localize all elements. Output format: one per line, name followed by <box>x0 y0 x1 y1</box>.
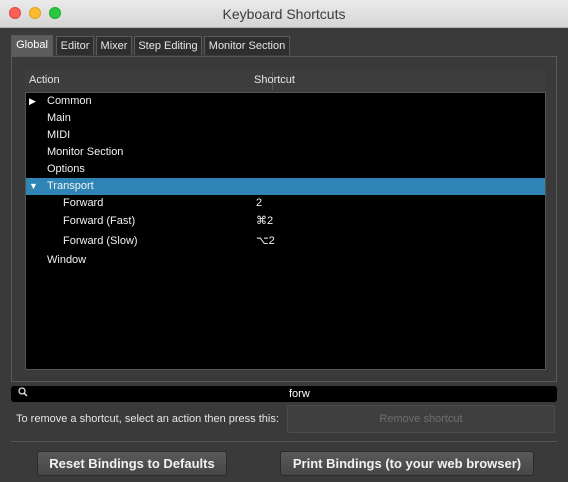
column-header-action[interactable]: Action <box>29 74 60 86</box>
row-action: Transport <box>47 180 94 192</box>
tree-row-transport[interactable]: ▼ Transport <box>26 178 545 195</box>
row-action: MIDI <box>47 129 71 141</box>
row-shortcut: ⌥2 <box>256 235 275 247</box>
remove-instruction: To remove a shortcut, select an action t… <box>16 413 279 425</box>
row-action: Forward <box>63 197 104 209</box>
row-shortcut: 2 <box>256 197 263 209</box>
tree-row-forward-slow[interactable]: Forward (Slow) ⌥2 <box>26 233 545 250</box>
tree-row-forward-fast[interactable]: Forward (Fast) ⌘2 <box>26 213 545 230</box>
tree-row-midi[interactable]: MIDI <box>26 127 545 144</box>
tab-monitor-section[interactable]: Monitor Section <box>204 36 290 55</box>
row-action: Main <box>47 112 71 124</box>
row-action: Forward (Slow) <box>63 235 138 247</box>
triangle-down-icon[interactable]: ▼ <box>29 178 38 195</box>
tree-row-main[interactable]: Main <box>26 110 545 127</box>
row-shortcut: ⌘2 <box>256 215 274 227</box>
triangle-right-icon[interactable]: ▶ <box>29 93 36 110</box>
row-action: Monitor Section <box>47 146 124 158</box>
tree-row-forward[interactable]: Forward 2 <box>26 195 545 212</box>
tab-global[interactable]: Global <box>11 35 53 56</box>
window-title: Keyboard Shortcuts <box>222 6 346 22</box>
tree-row-common[interactable]: ▶ Common <box>26 93 545 110</box>
tab-mixer[interactable]: Mixer <box>96 36 132 55</box>
remove-shortcut-button[interactable]: Remove shortcut <box>287 405 555 433</box>
search-field[interactable]: forw <box>11 386 557 402</box>
row-action: Options <box>47 163 85 175</box>
shortcut-list[interactable]: ▶ Common Main MIDI Monitor Section Optio… <box>25 92 546 370</box>
row-action: Window <box>47 254 87 266</box>
tree-row-options[interactable]: Options <box>26 161 545 178</box>
title-bar: Keyboard Shortcuts <box>0 0 568 28</box>
column-header-shortcut[interactable]: Shortcut <box>254 74 295 86</box>
tree-row-window[interactable]: Window <box>26 252 545 269</box>
tree-row-monitor-section[interactable]: Monitor Section <box>26 144 545 161</box>
print-bindings-button[interactable]: Print Bindings (to your web browser) <box>280 451 534 476</box>
search-input[interactable]: forw <box>289 388 310 400</box>
tab-step-editing[interactable]: Step Editing <box>134 36 202 55</box>
divider <box>11 441 557 442</box>
table-header: Action Shortcut <box>25 70 546 92</box>
row-action: Forward (Fast) <box>63 215 136 227</box>
search-icon <box>18 387 28 400</box>
reset-bindings-button[interactable]: Reset Bindings to Defaults <box>37 451 227 476</box>
tab-editor[interactable]: Editor <box>56 36 94 55</box>
row-action: Common <box>47 95 92 107</box>
